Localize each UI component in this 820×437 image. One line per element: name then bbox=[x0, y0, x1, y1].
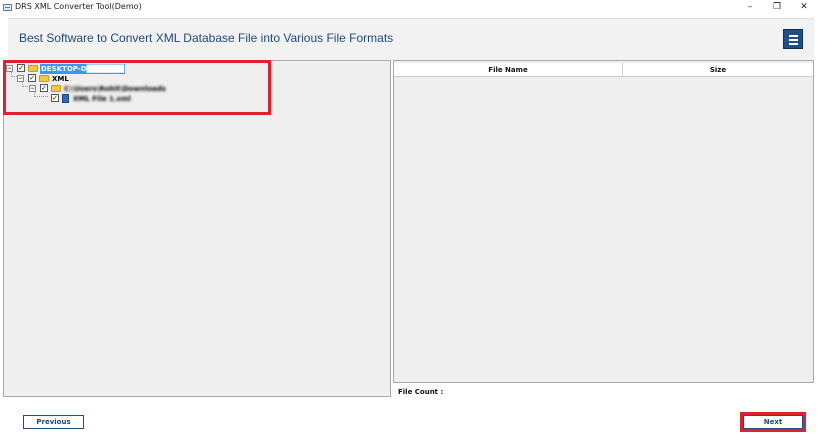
title-bar: DRS XML Converter Tool(Demo) – ❐ ✕ bbox=[0, 0, 820, 16]
restore-button[interactable]: ❐ bbox=[763, 0, 791, 14]
next-highlight-box bbox=[740, 412, 806, 432]
column-header-size[interactable]: Size bbox=[623, 63, 813, 77]
grid-header: File Name Size bbox=[394, 63, 813, 77]
hamburger-menu-icon[interactable] bbox=[783, 29, 803, 49]
page-title: Best Software to Convert XML Database Fi… bbox=[19, 31, 394, 45]
window-title: DRS XML Converter Tool(Demo) bbox=[15, 2, 142, 11]
file-count-label: File Count : bbox=[398, 388, 444, 396]
app-window: DRS XML Converter Tool(Demo) – ❐ ✕ Best … bbox=[0, 0, 820, 437]
minimize-button[interactable]: – bbox=[736, 0, 764, 14]
header-banner: Best Software to Convert XML Database Fi… bbox=[8, 18, 814, 60]
previous-button[interactable]: Previous bbox=[23, 415, 84, 429]
file-list-grid[interactable]: File Name Size bbox=[393, 60, 814, 383]
tree-highlight-box bbox=[3, 60, 271, 115]
close-button[interactable]: ✕ bbox=[790, 0, 818, 14]
app-icon bbox=[3, 4, 12, 11]
column-header-file-name[interactable]: File Name bbox=[394, 63, 623, 77]
